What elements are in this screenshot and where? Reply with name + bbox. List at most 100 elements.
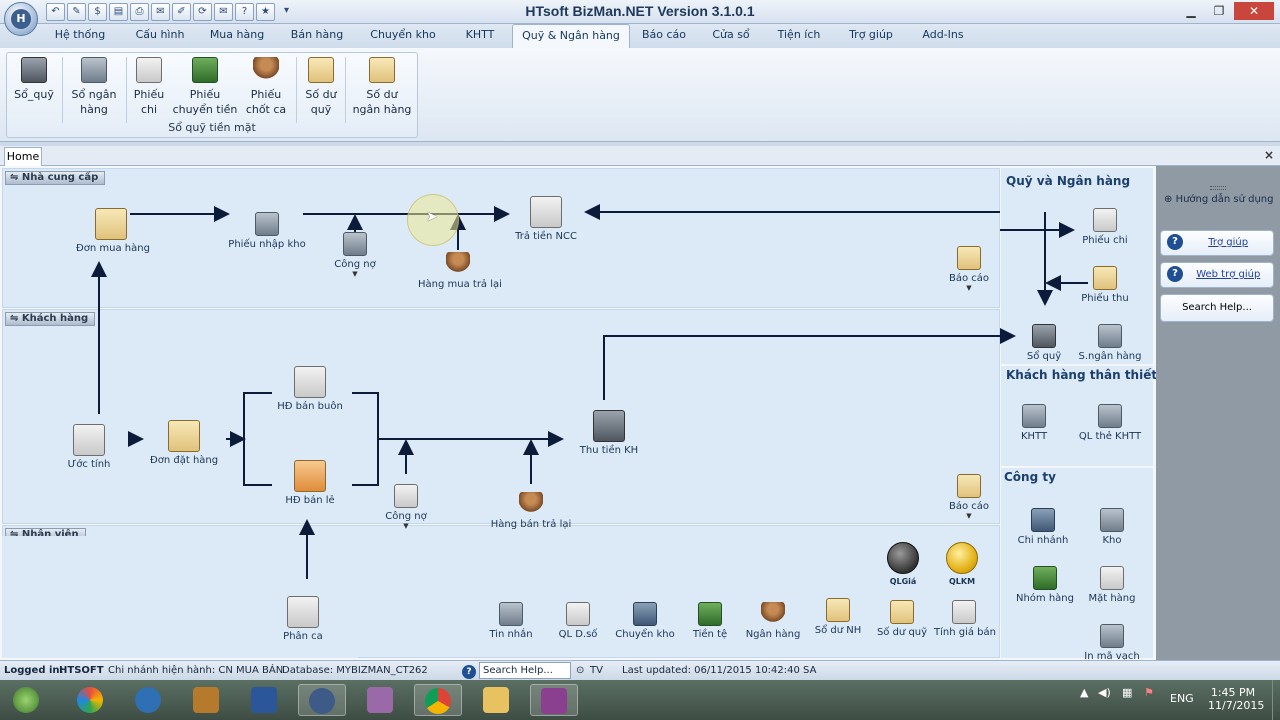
dropdown-caret-icon[interactable]: ▼	[380, 522, 432, 530]
ql-gia-node[interactable]: QLGiá	[884, 542, 922, 586]
taskbar-app-6[interactable]	[356, 684, 404, 716]
hang-ban-tra-lai-node[interactable]: Hàng bán trả lại	[488, 492, 574, 530]
pin-icon[interactable]: ⊕	[1164, 194, 1176, 205]
so-du-ngan-hang-button[interactable]: Số dư ngân hàng	[349, 57, 415, 117]
cong-no-customer-node[interactable]: Công nợ ▼	[380, 484, 432, 530]
nhom-hang-link[interactable]: Nhóm hàng	[1014, 566, 1076, 604]
tab-bao-cao[interactable]: Báo cáo	[630, 24, 698, 48]
start-button[interactable]	[2, 684, 50, 716]
phieu-chi-link[interactable]: Phiếu chi	[1080, 208, 1130, 246]
volume-icon[interactable]: ◀)	[1098, 686, 1111, 699]
minimize-icon[interactable]: ▁	[1178, 2, 1204, 20]
tien-te-tool[interactable]: Tiền tệ	[688, 602, 732, 640]
so-du-nh-tool[interactable]: Sổ dư NH	[812, 598, 864, 636]
ribbon-label: Sổ_quỹ	[14, 88, 54, 101]
app-menu-button[interactable]: H	[4, 2, 38, 36]
flag-icon[interactable]: ⚑	[1144, 686, 1154, 699]
cong-no-supplier-node[interactable]: Công nợ ▼	[330, 232, 380, 278]
tab-chuyen-kho[interactable]: Chuyển kho	[358, 24, 448, 48]
tab-mua-hang[interactable]: Mua hàng	[198, 24, 276, 48]
ribbon-group-label: Sổ quỹ tiền mặt	[168, 121, 256, 134]
clock[interactable]: 1:45 PM 11/7/2015	[1208, 686, 1264, 712]
so-ngan-hang-button[interactable]: Sổ ngân hàng	[65, 57, 123, 117]
kho-link[interactable]: Kho	[1098, 508, 1126, 546]
taskbar-recorder[interactable]	[530, 684, 578, 716]
bao-cao-customer-node[interactable]: Báo cáo ▼	[946, 474, 992, 520]
taskbar-app-2[interactable]	[124, 684, 172, 716]
tab-cau-hinh[interactable]: Cấu hình	[122, 24, 198, 48]
tab-ban-hang[interactable]: Bán hàng	[276, 24, 358, 48]
ribbon-label: Số dư	[305, 88, 337, 101]
taskbar-app-3[interactable]	[182, 684, 230, 716]
node-label: HĐ bán lẻ	[285, 495, 335, 506]
uoc-tinh-node[interactable]: Ước tính	[66, 424, 112, 470]
safe-icon	[1032, 324, 1056, 348]
in-ma-vach-link[interactable]: In mã vạch	[1082, 624, 1142, 662]
phan-ca-node[interactable]: Phân ca	[280, 596, 326, 642]
chuyen-kho-tool[interactable]: Chuyển kho	[614, 602, 676, 640]
so-quy-button[interactable]: Sổ_quỹ	[11, 57, 57, 102]
web-tro-giup-link[interactable]: ? Web trợ giúp	[1160, 262, 1274, 288]
phieu-chi-button[interactable]: Phiếu chi	[129, 57, 169, 117]
don-mua-hang-node[interactable]: Đơn mua hàng	[76, 208, 150, 254]
promotion-coin-icon	[946, 542, 978, 574]
so-du-quy-button[interactable]: Số dư quỹ	[299, 57, 343, 117]
s-ngan-hang-link[interactable]: S.ngân hàng	[1078, 324, 1142, 362]
khtt-link[interactable]: KHTT	[1016, 404, 1052, 442]
dropdown-caret-icon[interactable]: ▼	[946, 284, 992, 292]
phieu-chot-ca-button[interactable]: Phiếu chốt ca	[241, 57, 291, 117]
tra-tien-ncc-node[interactable]: Trả tiền NCC	[512, 196, 580, 242]
ql-doanh-so-tool[interactable]: QL D.số	[552, 602, 604, 640]
maximize-icon[interactable]: ❐	[1206, 2, 1232, 20]
tinh-gia-ban-tool[interactable]: Tính giá bán	[934, 600, 996, 638]
tro-giup-link[interactable]: ? Trợ giúp	[1160, 230, 1274, 256]
tray-arrow-icon[interactable]: ▲	[1080, 686, 1088, 699]
bao-cao-supplier-node[interactable]: Báo cáo ▼	[946, 246, 992, 292]
close-document-icon[interactable]: ×	[1264, 148, 1274, 162]
status-search-input[interactable]: Search Help...	[479, 662, 571, 679]
ribbon-group-so-quy-tien-mat: Sổ_quỹ Sổ ngân hàng Phiếu chi Phiếu chuy…	[6, 52, 418, 138]
hang-mua-tra-lai-node[interactable]: Hàng mua trả lại	[418, 252, 502, 290]
dropdown-caret-icon[interactable]: ▼	[946, 512, 992, 520]
phieu-nhap-kho-node[interactable]: Phiếu nhập kho	[226, 212, 308, 250]
home-tab[interactable]: Home	[4, 147, 42, 166]
tab-tro-giup[interactable]: Trợ giúp	[834, 24, 908, 48]
tab-tien-ich[interactable]: Tiện ích	[764, 24, 834, 48]
node-label: Kho	[1102, 535, 1122, 546]
tv-icon[interactable]: ⊙	[576, 662, 584, 680]
taskbar-app-1[interactable]	[66, 684, 114, 716]
hd-ban-le-node[interactable]: HĐ bán lẻ	[280, 460, 340, 506]
tab-cua-so[interactable]: Cửa sổ	[698, 24, 764, 48]
tin-nhan-tool[interactable]: Tin nhắn	[486, 602, 536, 640]
thu-tien-kh-node[interactable]: Thu tiền KH	[576, 410, 642, 456]
show-desktop-button[interactable]	[1272, 680, 1280, 720]
phieu-thu-link[interactable]: Phiếu thu	[1080, 266, 1130, 304]
so-du-quy-tool[interactable]: Số dư quỹ	[874, 600, 930, 638]
taskbar-explorer[interactable]	[472, 684, 520, 716]
so-quy-link[interactable]: Sổ quỹ	[1024, 324, 1064, 362]
search-help-button[interactable]: Search Help...	[1160, 294, 1274, 322]
hd-ban-buon-node[interactable]: HĐ bán buôn	[276, 366, 344, 412]
clock-date: 11/7/2015	[1208, 699, 1265, 712]
phieu-chuyen-tien-button[interactable]: Phiếu chuyển tiền	[171, 57, 239, 117]
network-icon[interactable]: ▦	[1122, 686, 1132, 699]
taskbar-chrome[interactable]	[414, 684, 462, 716]
chi-nhanh-link[interactable]: Chi nhánh	[1016, 508, 1070, 546]
mat-hang-link[interactable]: Mặt hàng	[1086, 566, 1138, 604]
ql-the-khtt-link[interactable]: QL thẻ KHTT	[1078, 404, 1142, 442]
tab-quy-ngan-hang[interactable]: Quỹ & Ngân hàng	[512, 24, 630, 48]
tab-khtt[interactable]: KHTT	[448, 24, 512, 48]
don-dat-hang-node[interactable]: Đơn đặt hàng	[150, 420, 218, 466]
taskbar-bizman[interactable]	[298, 684, 346, 716]
close-icon[interactable]: ✕	[1234, 2, 1274, 20]
dropdown-caret-icon[interactable]: ▼	[330, 270, 380, 278]
panel-grip-icon[interactable]	[1210, 186, 1226, 190]
language-indicator[interactable]: ENG	[1170, 692, 1194, 705]
qlkm-node[interactable]: QLKM	[942, 542, 982, 586]
tab-he-thong[interactable]: Hệ thống	[38, 24, 122, 48]
taskbar-word[interactable]	[240, 684, 288, 716]
tab-add-ins[interactable]: Add-Ins	[908, 24, 978, 48]
ngan-hang-tool[interactable]: Ngân hàng	[744, 602, 802, 640]
home-dashboard: ⇋ Nhà cung cấp ⇋ Khách hàng ⇋ Nhân viên	[0, 166, 1280, 662]
debt-icon	[394, 484, 418, 508]
